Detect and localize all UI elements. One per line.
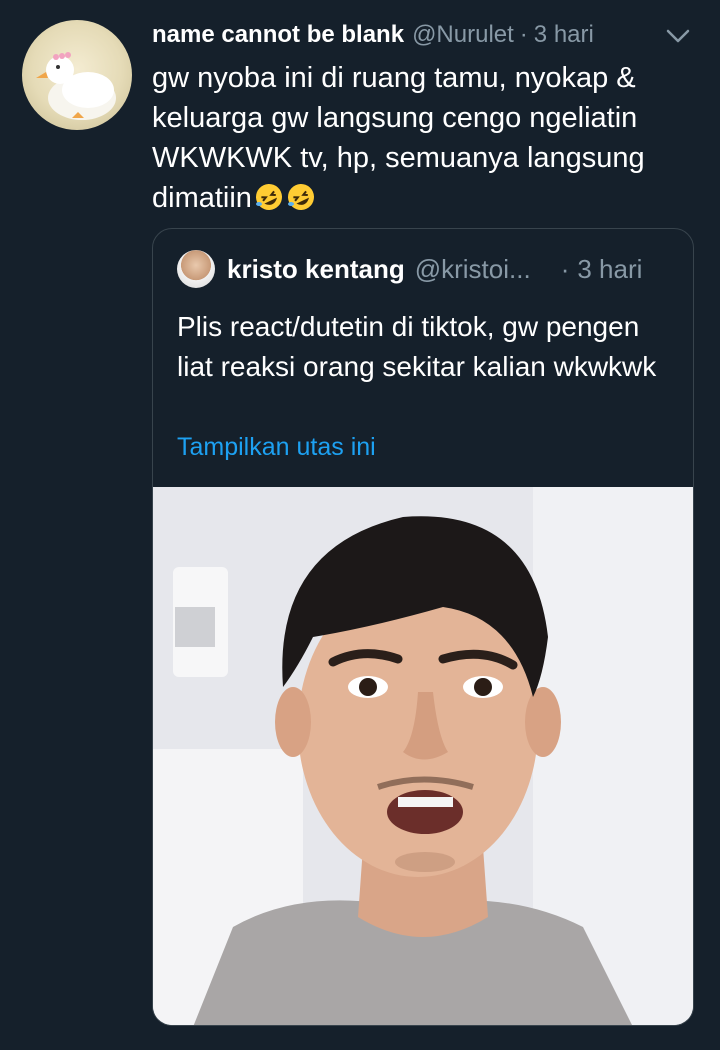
author-avatar[interactable]: [22, 20, 132, 130]
video-thumbnail-image: [153, 487, 693, 1025]
rofl-emoji-icon: [254, 182, 284, 212]
quoted-tweet-header: kristo kentang @kristoi... · 3 hari: [177, 250, 669, 288]
author-handle[interactable]: @Nurulet: [412, 21, 514, 49]
author-display-name[interactable]: name cannot be blank: [152, 21, 404, 49]
quoted-separator-dot: ·: [560, 253, 570, 284]
quoted-author-handle[interactable]: @kristoi...: [415, 254, 531, 285]
tweet-header: name cannot be blank @Nurulet · 3 hari: [152, 18, 690, 52]
chevron-down-icon[interactable]: [664, 22, 692, 50]
quoted-tweet-text: Plis react/dutetin di tiktok, gw pengen …: [177, 311, 657, 382]
quoted-tweet-card[interactable]: kristo kentang @kristoi... · 3 hari Plis…: [152, 228, 694, 1026]
tweet-text: gw nyoba ini di ruang tamu, nyokap & kel…: [152, 62, 645, 214]
quoted-tweet-timestamp[interactable]: 3 hari: [577, 254, 642, 285]
tweet-timestamp[interactable]: 3 hari: [534, 21, 594, 49]
quoted-tweet-video-thumbnail[interactable]: [153, 487, 693, 1025]
duck-avatar-image: [36, 52, 116, 120]
show-thread-link[interactable]: Tampilkan utas ini: [177, 433, 376, 462]
quoted-author-display-name[interactable]: kristo kentang: [227, 254, 405, 285]
quoted-author-avatar[interactable]: [177, 250, 215, 288]
rofl-emoji-icon: [286, 182, 316, 212]
tweet-body: gw nyoba ini di ruang tamu, nyokap & kel…: [152, 58, 672, 218]
separator-dot: ·: [519, 21, 528, 48]
